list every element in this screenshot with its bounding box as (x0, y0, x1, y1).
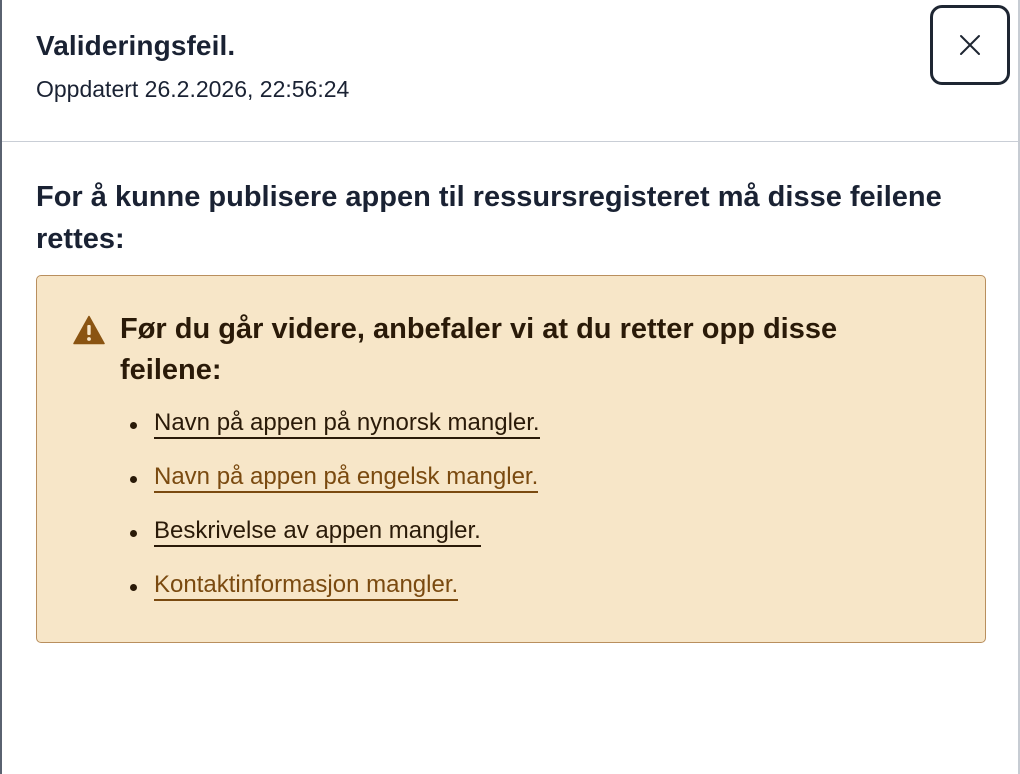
error-list: Navn på appen på nynorsk mangler. Navn p… (120, 406, 540, 622)
warning-alert: Før du går videre, anbefaler vi at du re… (36, 275, 986, 643)
close-button[interactable] (930, 5, 1010, 85)
list-item: Navn på appen på engelsk mangler. (120, 460, 540, 514)
alert-heading: Før du går videre, anbefaler vi at du re… (120, 313, 838, 386)
dialog-title: Valideringsfeil. (36, 30, 236, 61)
error-link-english-name[interactable]: Navn på appen på engelsk mangler. (154, 463, 539, 493)
warning-icon (73, 315, 105, 345)
validation-dialog: Valideringsfeil. Oppdatert 26.2.2026, 22… (0, 0, 1020, 774)
error-link-contact-info[interactable]: Kontaktinformasjon mangler. (154, 571, 459, 601)
list-item: Navn på appen på nynorsk mangler. (120, 406, 540, 460)
dialog-header: Valideringsfeil. Oppdatert 26.2.2026, 22… (2, 0, 1018, 142)
error-link-description[interactable]: Beskrivelse av appen mangler. (154, 517, 481, 547)
intro-text: For å kunne publisere appen til ressursr… (36, 181, 942, 255)
close-icon (958, 33, 982, 57)
list-item: Beskrivelse av appen mangler. (120, 514, 540, 568)
list-item: Kontaktinformasjon mangler. (120, 568, 540, 622)
error-link-nynorsk-name[interactable]: Navn på appen på nynorsk mangler. (154, 409, 540, 439)
updated-timestamp: Oppdatert 26.2.2026, 22:56:24 (36, 76, 350, 102)
